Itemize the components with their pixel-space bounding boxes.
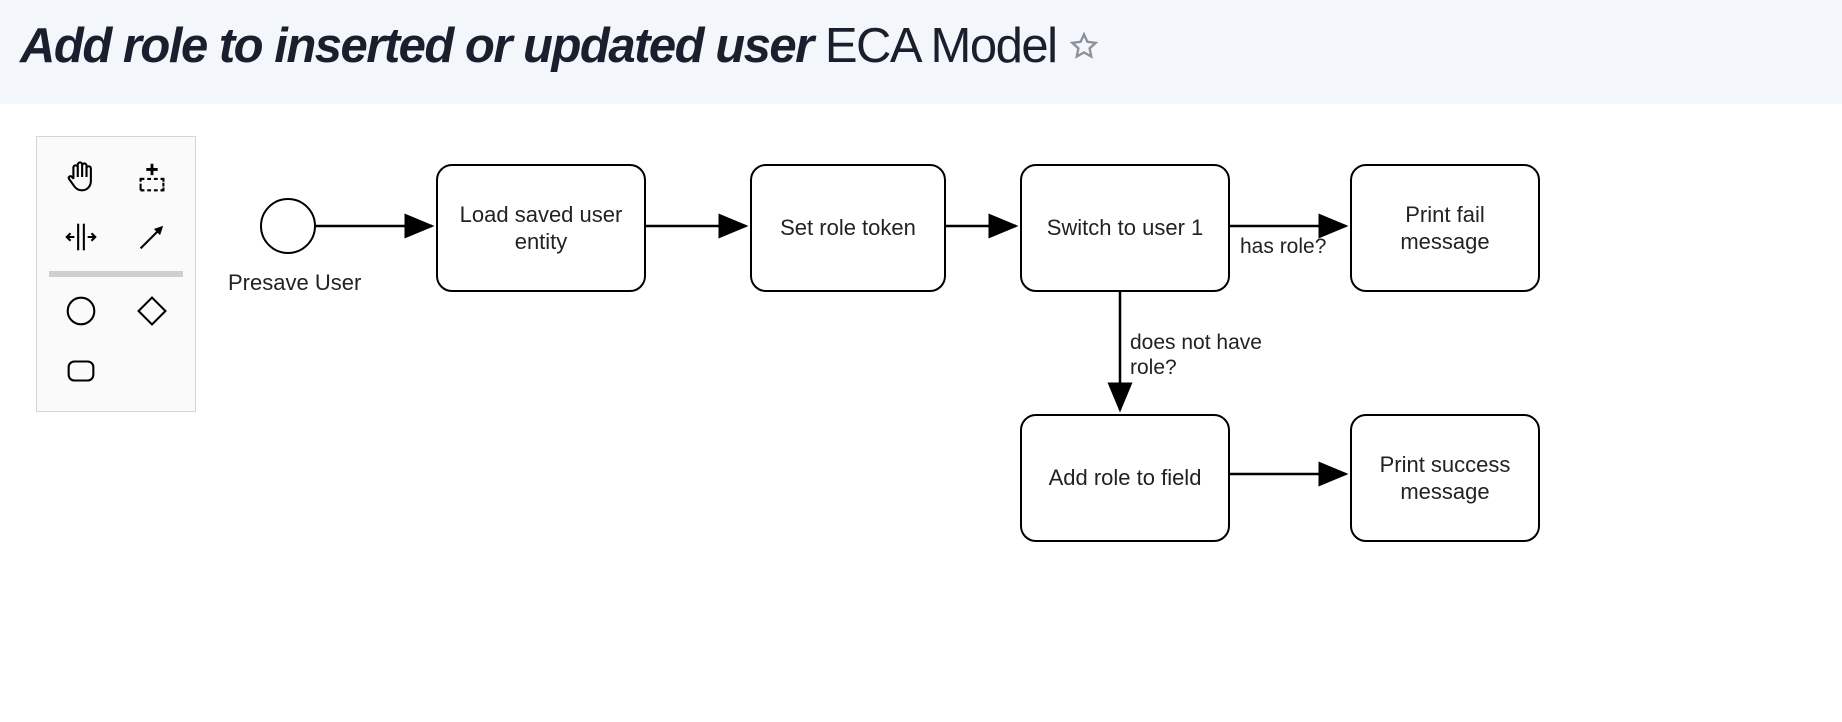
favorite-star-icon[interactable]: [1070, 32, 1098, 60]
task-set-role-token[interactable]: Set role token: [750, 164, 946, 292]
page-title: Add role to inserted or updated user ECA…: [20, 18, 1056, 74]
task-label: Add role to field: [1049, 464, 1202, 492]
task-load-saved-user-entity[interactable]: Load saved user entity: [436, 164, 646, 292]
start-event[interactable]: [260, 198, 316, 254]
task-label: Load saved user entity: [450, 201, 632, 256]
task-switch-to-user-1[interactable]: Switch to user 1: [1020, 164, 1230, 292]
edge-label-does-not-have-role: does not have role?: [1130, 330, 1290, 380]
title-model-name: Add role to inserted or updated user: [20, 19, 813, 73]
task-label: Set role token: [780, 214, 916, 242]
diagram-canvas[interactable]: Presave User Load saved user entity Set …: [0, 104, 1842, 716]
title-suffix: ECA Model: [825, 19, 1057, 73]
task-print-fail-message[interactable]: Print fail message: [1350, 164, 1540, 292]
start-event-label: Presave User: [228, 270, 361, 296]
task-add-role-to-field[interactable]: Add role to field: [1020, 414, 1230, 542]
task-label: Print fail message: [1364, 201, 1526, 256]
edge-label-has-role: has role?: [1240, 234, 1326, 259]
task-label: Print success message: [1364, 451, 1526, 506]
task-print-success-message[interactable]: Print success message: [1350, 414, 1540, 542]
task-label: Switch to user 1: [1047, 214, 1204, 242]
page-header: Add role to inserted or updated user ECA…: [0, 0, 1842, 104]
